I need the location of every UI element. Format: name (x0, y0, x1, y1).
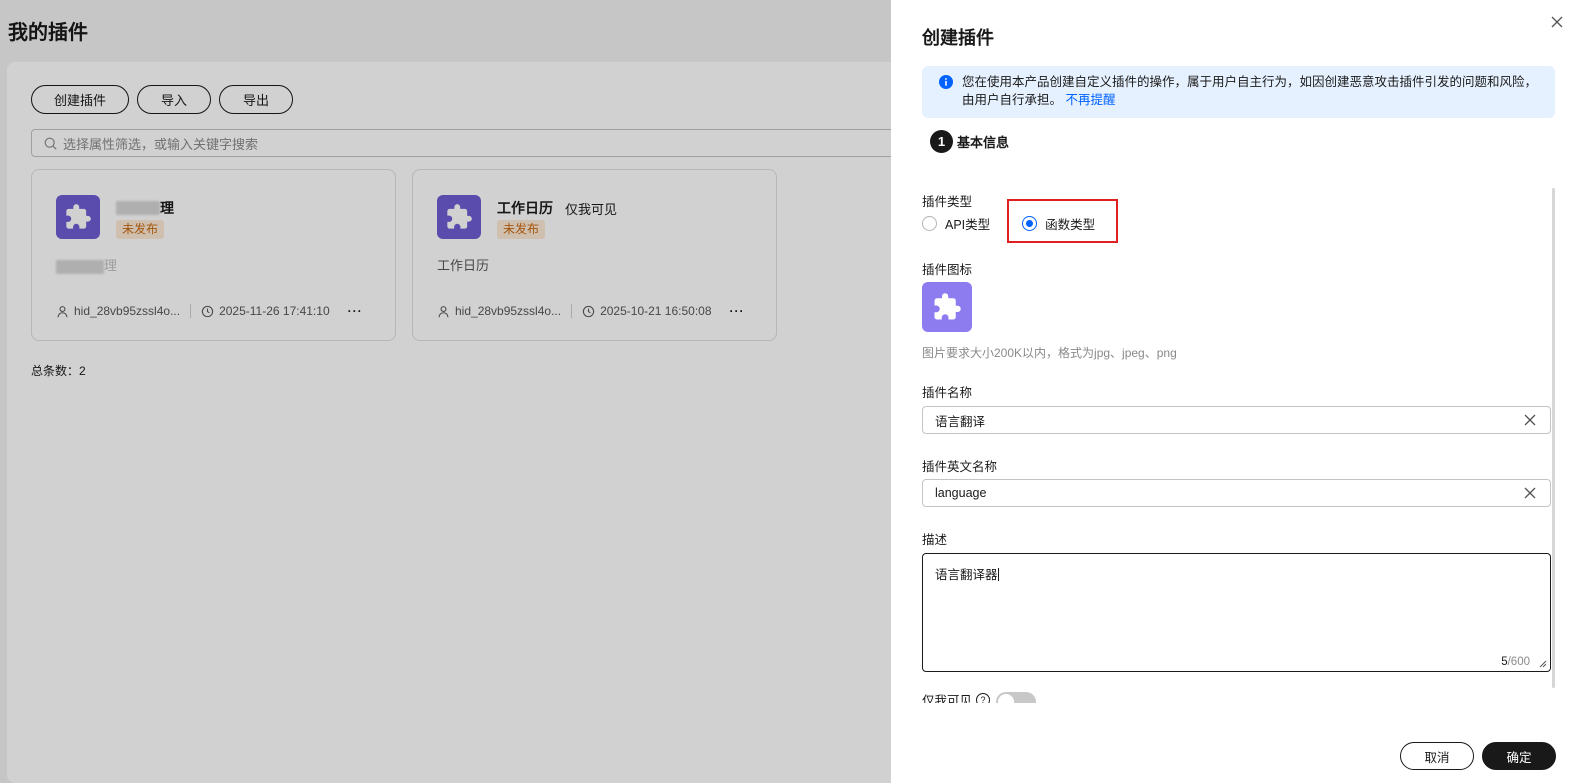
highlight-box (1007, 199, 1118, 243)
confirm-button[interactable]: 确定 (1482, 742, 1556, 770)
plugin-en-name-label: 插件英文名称 (922, 460, 998, 474)
step-number: 1 (930, 130, 953, 153)
radio-button[interactable] (922, 216, 937, 231)
step-indicator: 1 基本信息 (930, 130, 1009, 153)
plugin-name-input[interactable]: 语言翻译 (922, 406, 1551, 434)
cancel-button[interactable]: 取消 (1400, 742, 1474, 770)
description-textarea[interactable]: 语言翻译器 5/600 (922, 553, 1551, 672)
notice-text: 您在使用本产品创建自定义插件的操作，属于用户自主行为，如因创建恶意攻击插件引发的… (962, 75, 1538, 107)
private-toggle[interactable] (996, 692, 1037, 703)
plugin-name-label: 插件名称 (922, 386, 973, 400)
create-plugin-drawer: 创建插件 您在使用本产品创建自定义插件的操作，属于用户自主行为，如因创建恶意攻击… (891, 0, 1577, 783)
resize-handle-icon[interactable] (1539, 660, 1547, 668)
notice-banner: 您在使用本产品创建自定义插件的操作，属于用户自主行为，如因创建恶意攻击插件引发的… (922, 66, 1555, 118)
dont-remind-link[interactable]: 不再提醒 (1066, 93, 1116, 107)
clear-icon[interactable] (1524, 414, 1536, 426)
clear-icon[interactable] (1524, 487, 1536, 499)
modal-overlay[interactable] (0, 0, 891, 783)
plugin-icon-upload[interactable] (922, 282, 972, 332)
radio-label: API类型 (945, 218, 991, 232)
plugin-type-label: 插件类型 (922, 195, 973, 209)
textarea-value: 语言翻译器 (935, 568, 998, 582)
input-value: language (935, 486, 987, 500)
puzzle-icon (934, 293, 961, 320)
step-label: 基本信息 (957, 135, 1010, 150)
icon-hint: 图片要求大小200K以内，格式为jpg、jpeg、png (922, 346, 1177, 360)
text-caret (997, 568, 999, 581)
plugin-icon-label: 插件图标 (922, 263, 973, 277)
input-value: 语言翻译 (935, 414, 986, 429)
char-counter: 5/600 (1501, 656, 1530, 668)
private-visibility-row: 仅我可见 ? (922, 690, 1222, 703)
drawer-footer: 取消 确定 (1400, 742, 1556, 770)
close-icon[interactable] (1549, 14, 1565, 30)
radio-api-type[interactable]: API类型 (922, 214, 990, 233)
info-icon (939, 75, 953, 89)
drawer-title: 创建插件 (922, 28, 994, 48)
description-label: 描述 (922, 533, 948, 547)
plugin-en-name-input[interactable]: language (922, 479, 1551, 507)
help-icon[interactable]: ? (976, 693, 991, 703)
scrollbar[interactable] (1552, 188, 1555, 688)
private-label: 仅我可见 (922, 694, 973, 703)
